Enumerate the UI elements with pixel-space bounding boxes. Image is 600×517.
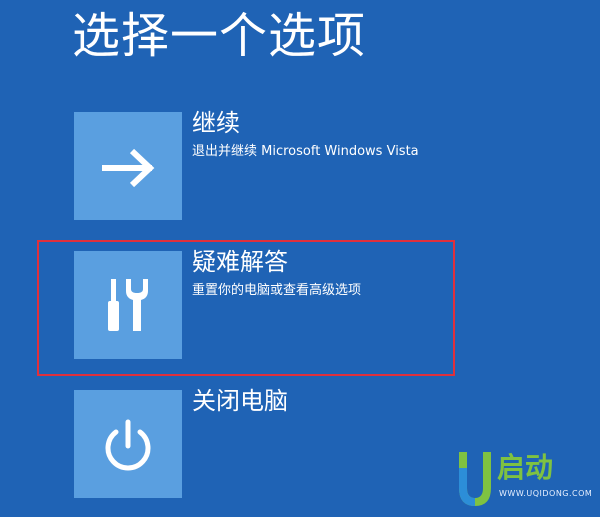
brand-logo-icon [459,452,491,506]
shutdown-title: 关闭电脑 [192,387,288,415]
troubleshoot-description: 重置你的电脑或查看高级选项 [192,283,362,298]
watermark-url: WWW.UQIDONG.COM [499,489,593,498]
shutdown-option[interactable]: 关闭电脑 [74,387,474,500]
continue-tile[interactable] [74,112,182,220]
troubleshoot-option[interactable]: 疑难解答 重置你的电脑或查看高级选项 [74,248,474,361]
page-title: 选择一个选项 [72,8,367,64]
screwdriver-wrench-icon [108,279,148,331]
watermark-brand: 启动 [497,451,554,484]
continue-description: 退出并继续 Microsoft Windows Vista [192,144,419,159]
power-icon [105,419,151,471]
continue-option[interactable]: 继续 退出并继续 Microsoft Windows Vista [74,109,474,222]
troubleshoot-title: 疑难解答 [192,248,288,276]
arrow-right-icon [102,148,155,188]
watermark: 启动 WWW.UQIDONG.COM [455,448,593,510]
shutdown-tile[interactable] [74,390,182,498]
troubleshoot-tile[interactable] [74,251,182,359]
continue-title: 继续 [192,109,240,137]
